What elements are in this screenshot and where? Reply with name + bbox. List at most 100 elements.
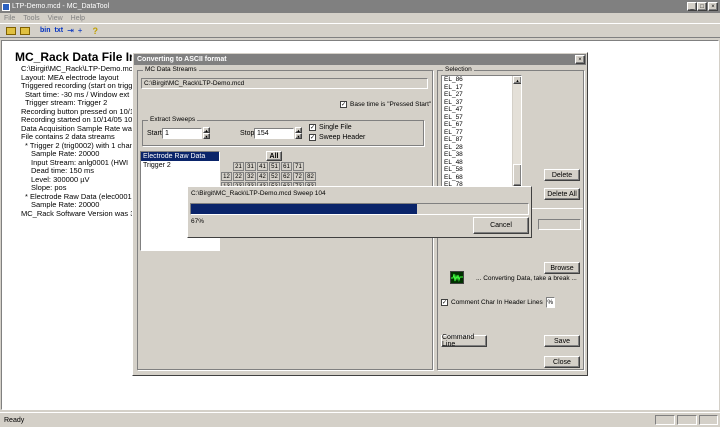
delete-button[interactable]: Delete	[544, 169, 580, 181]
selection-item[interactable]: EL_47	[444, 106, 521, 114]
electrode-cell[interactable]: 72	[293, 172, 304, 181]
progress-fill	[191, 204, 417, 214]
stream-item-trigger[interactable]: Trigger 2	[141, 161, 219, 170]
start-spin-down[interactable]: ▼	[203, 133, 210, 139]
single-file-option[interactable]: ✓ Single File	[309, 124, 352, 131]
start-label: Start	[147, 130, 162, 137]
selection-item[interactable]: EL_38	[444, 151, 521, 159]
stop-spin-down[interactable]: ▼	[295, 133, 302, 139]
electrode-cell[interactable]: 52	[269, 172, 280, 181]
menu-view[interactable]: View	[48, 15, 63, 22]
start-input[interactable]: 1	[162, 128, 202, 139]
selection-group-label: Selection	[443, 66, 474, 73]
single-file-checkbox[interactable]: ✓	[309, 124, 316, 131]
electrode-cell[interactable]: 21	[233, 162, 244, 171]
maximize-button[interactable]: □	[697, 2, 707, 11]
command-line-button[interactable]: Command Line	[441, 334, 487, 348]
cancel-button[interactable]: Cancel	[473, 217, 529, 234]
electrode-cell[interactable]: 62	[281, 172, 292, 181]
scroll-thumb[interactable]	[513, 164, 521, 186]
selection-item[interactable]: EL_68	[444, 174, 521, 182]
folder-icon[interactable]	[20, 26, 30, 35]
comment-char-checkbox[interactable]: ✓	[441, 299, 448, 306]
selection-item[interactable]: EL_86	[444, 76, 521, 84]
electrode-cell[interactable]: 42	[257, 172, 268, 181]
save-button[interactable]: Save	[544, 335, 580, 347]
sweep-header-checkbox[interactable]: ✓	[309, 134, 316, 141]
all-electrodes-button[interactable]: All	[266, 151, 282, 161]
base-time-checkbox[interactable]: ✓	[340, 101, 347, 108]
close-button[interactable]: Close	[544, 356, 580, 368]
selection-item[interactable]: EL_58	[444, 166, 521, 174]
extract-sweeps-group: Extract Sweeps Start 1 ▲ ▼ Stop 154 ▲ ▼ …	[142, 116, 424, 146]
dialog-close-button[interactable]: ×	[575, 55, 585, 64]
single-file-label: Single File	[319, 124, 352, 131]
stream-item-electrode[interactable]: Electrode Raw Data	[141, 152, 219, 161]
progress-dialog: C:\Birgit\MC_Rack\LTP-Demo.mcd Sweep 104…	[187, 186, 532, 238]
report-lines: C:\Birgit\MC_Rack\LTP-Demo.mcd Layout: M…	[21, 64, 138, 218]
extract-sweeps-label: Extract Sweeps	[148, 116, 198, 123]
scroll-up-button[interactable]: ▲	[513, 76, 521, 84]
window-title: LTP-Demo.mcd - MC_DataTool	[12, 3, 110, 10]
selection-items: EL_86 EL_17 EL_27 EL_37 EL_47 EL_57 EL_6…	[442, 76, 521, 188]
selection-item[interactable]: EL_87	[444, 136, 521, 144]
converting-text: ... Converting Data, take a break ...	[476, 275, 577, 282]
electrode-cell[interactable]: 12	[221, 172, 232, 181]
electrode-cell[interactable]: 32	[245, 172, 256, 181]
electrode-cell[interactable]: 82	[305, 172, 316, 181]
plus-icon[interactable]: +	[78, 26, 83, 35]
selection-item[interactable]: EL_17	[444, 84, 521, 92]
comment-char-label: Comment Char In Header Lines	[451, 299, 543, 306]
spike-icon[interactable]: ⇥	[67, 26, 74, 35]
dialog-title-bar: Converting to ASCII format ×	[134, 54, 586, 65]
status-text: Ready	[4, 416, 25, 424]
selection-scrollbar[interactable]: ▲	[512, 76, 521, 188]
status-pane	[677, 415, 697, 425]
help-icon[interactable]: ?	[92, 26, 98, 36]
electrode-cell[interactable]: 71	[293, 162, 304, 171]
selection-list[interactable]: EL_86 EL_17 EL_27 EL_37 EL_47 EL_57 EL_6…	[441, 75, 522, 189]
electrode-cell[interactable]: 41	[257, 162, 268, 171]
electrode-cell[interactable]: 51	[269, 162, 280, 171]
dialog-title: Converting to ASCII format	[137, 56, 227, 63]
menu-tools[interactable]: Tools	[23, 15, 39, 22]
sweep-header-label: Sweep Header	[319, 134, 366, 141]
selection-item[interactable]: EL_77	[444, 129, 521, 137]
stop-input[interactable]: 154	[254, 128, 294, 139]
title-bar: LTP-Demo.mcd - MC_DataTool _ □ ×	[0, 0, 720, 13]
selection-item[interactable]: EL_67	[444, 121, 521, 129]
delete-all-button[interactable]: Delete All	[544, 188, 580, 200]
report-line: MC_Rack Software Version was 3	[21, 208, 135, 218]
sweep-header-option[interactable]: ✓ Sweep Header	[309, 134, 365, 141]
progress-caption: C:\Birgit\MC_Rack\LTP-Demo.mcd Sweep 104	[191, 190, 326, 197]
status-pane	[655, 415, 675, 425]
toolbar: bin txt ⇥ + ?	[0, 23, 720, 38]
base-time-option[interactable]: ✓ Base time is "Pressed Start"	[340, 101, 431, 108]
status-bar: Ready	[0, 412, 720, 427]
electrode-cell[interactable]: 22	[233, 172, 244, 181]
menu-help[interactable]: Help	[71, 15, 85, 22]
app-icon	[2, 2, 10, 11]
close-window-button[interactable]: ×	[708, 2, 718, 11]
selection-item[interactable]: EL_28	[444, 144, 521, 152]
comment-char-input[interactable]: %	[545, 297, 555, 308]
comment-char-option[interactable]: ✓ Comment Char In Header Lines %	[441, 297, 555, 308]
electrode-cell[interactable]: 31	[245, 162, 256, 171]
browse-button[interactable]: Browse	[544, 262, 580, 274]
streams-group-label: MC Data Streams	[143, 66, 199, 73]
report-heading: MC_Rack Data File Inf	[15, 50, 141, 64]
output-path-field[interactable]	[538, 219, 581, 230]
menu-file[interactable]: File	[4, 15, 15, 22]
electrode-cell[interactable]: 61	[281, 162, 292, 171]
selection-item[interactable]: EL_57	[444, 114, 521, 122]
menu-bar: File Tools View Help	[0, 13, 720, 23]
path-field: C:\Birgit\MC_Rack\LTP-Demo.mcd	[141, 78, 428, 89]
selection-item[interactable]: EL_27	[444, 91, 521, 99]
text-export-icon[interactable]: txt	[55, 27, 64, 34]
progress-percent: 67%	[191, 218, 205, 225]
open-folder-icon[interactable]	[6, 26, 16, 35]
minimize-button[interactable]: _	[687, 2, 697, 11]
selection-item[interactable]: EL_37	[444, 99, 521, 107]
binary-icon[interactable]: bin	[40, 27, 51, 34]
selection-item[interactable]: EL_48	[444, 159, 521, 167]
